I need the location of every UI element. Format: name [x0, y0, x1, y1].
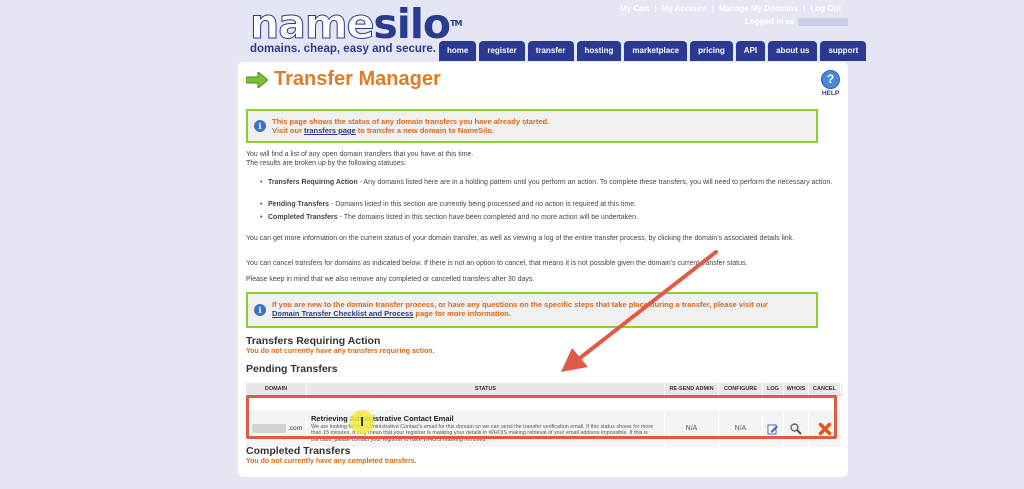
text-cursor-icon: I [350, 410, 374, 434]
highlight-box [246, 395, 837, 439]
